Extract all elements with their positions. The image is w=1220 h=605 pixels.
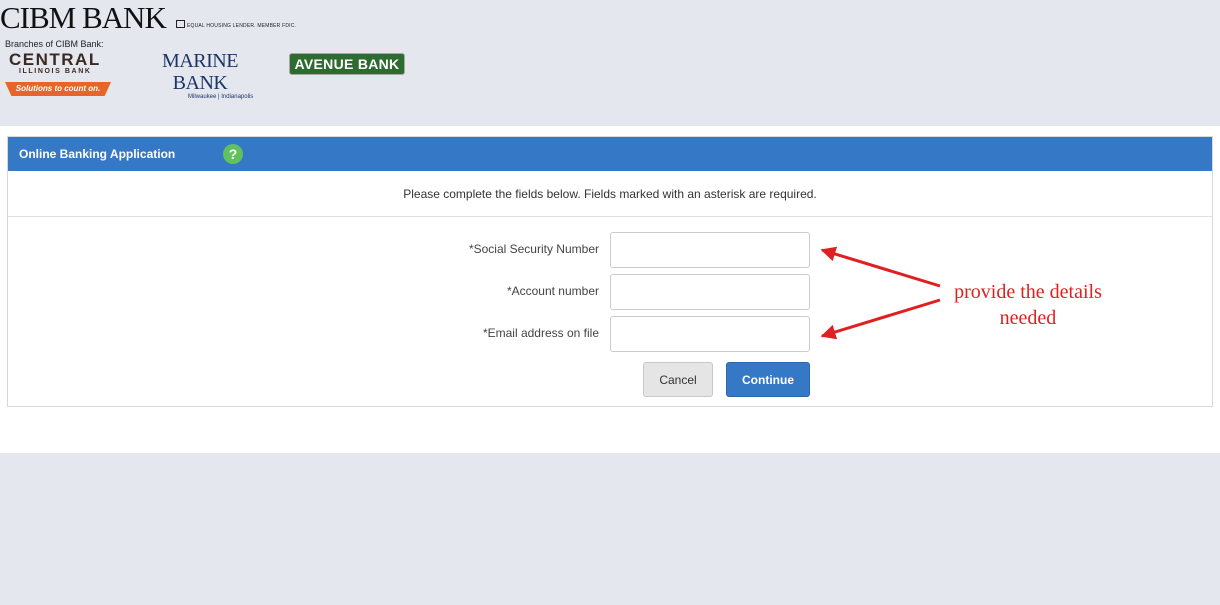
avenue-bank-logo[interactable]: AVENUE BANK (289, 53, 405, 75)
marine-logo-name: MARINE BANK (162, 50, 238, 94)
central-illinois-bank-logo[interactable]: CENTRAL ILLINOIS BANK Solutions to count… (5, 50, 113, 98)
marine-bank-logo[interactable]: MARINE BANK Milwaukee | Indianapolis (138, 50, 262, 100)
central-logo-tagline: Solutions to count on. (5, 82, 111, 96)
equal-housing-icon (176, 20, 185, 28)
equal-housing-notice: EQUAL HOUSING LENDER. MEMBER FDIC. (176, 20, 296, 29)
application-panel: Online Banking Application ? Please comp… (7, 136, 1213, 407)
main-content: Online Banking Application ? Please comp… (0, 126, 1220, 453)
panel-header: Online Banking Application ? (8, 137, 1212, 171)
cancel-button[interactable]: Cancel (643, 362, 713, 397)
ssn-input[interactable] (610, 232, 810, 268)
ssn-label: *Social Security Number (468, 242, 599, 256)
equal-housing-text: EQUAL HOUSING LENDER. MEMBER FDIC. (187, 23, 297, 29)
panel-title: Online Banking Application (19, 147, 176, 161)
instructions-text: Please complete the fields below. Fields… (8, 171, 1212, 217)
central-logo-name: CENTRAL (9, 50, 101, 69)
account-number-label: *Account number (506, 284, 599, 298)
footer-area (0, 453, 1220, 605)
email-label: *Email address on file (482, 326, 599, 340)
continue-button[interactable]: Continue (726, 362, 810, 397)
email-input[interactable] (610, 316, 810, 352)
help-icon[interactable]: ? (223, 144, 243, 164)
central-logo-sub: ILLINOIS BANK (19, 68, 92, 75)
account-number-input[interactable] (610, 274, 810, 310)
cibm-bank-logo: CIBM BANK (0, 0, 167, 35)
header: CIBM BANK EQUAL HOUSING LENDER. MEMBER F… (0, 0, 1220, 126)
branches-label: Branches of CIBM Bank: (5, 39, 104, 49)
marine-logo-sub: Milwaukee | Indianapolis (188, 94, 254, 100)
